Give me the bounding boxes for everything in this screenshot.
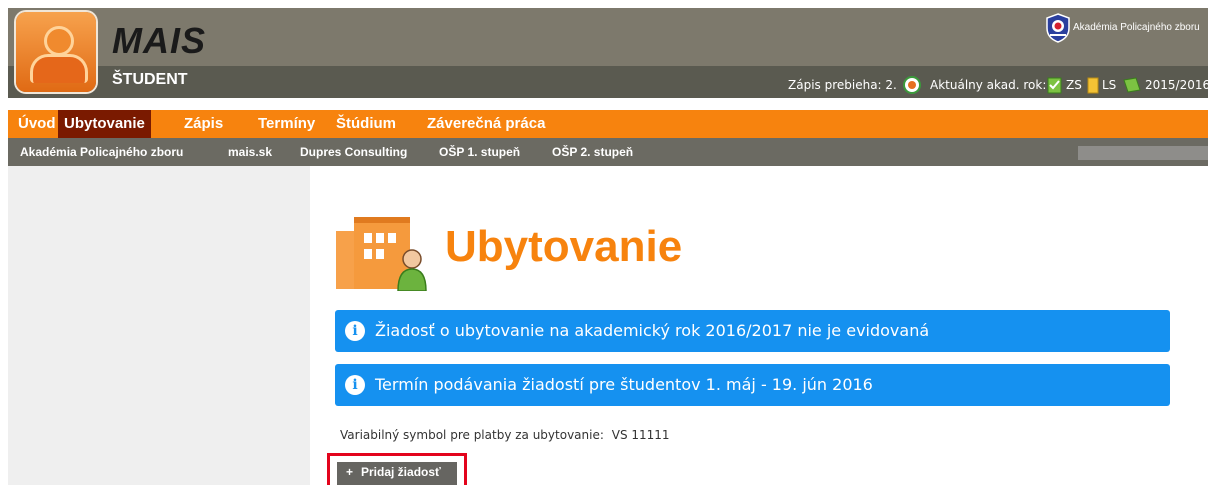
info-icon: i	[345, 375, 365, 395]
link-dupres[interactable]: Dupres Consulting	[300, 138, 407, 166]
variable-symbol: Variabilný symbol pre platby za ubytovan…	[340, 428, 670, 442]
info-alert: i Žiadosť o ubytovanie na akademický rok…	[335, 310, 1170, 352]
add-request-button[interactable]: + Pridaj žiadosť	[337, 462, 457, 485]
user-role: ŠTUDENT	[112, 71, 188, 88]
summer-semester-label: LS	[1102, 78, 1117, 92]
variable-symbol-value: VS 11111	[611, 428, 670, 442]
plus-icon: +	[346, 465, 354, 479]
enrollment-status: Zápis prebieha: 2.	[788, 78, 897, 92]
nav-item-zapis[interactable]: Zápis	[178, 110, 229, 138]
info-alert-text: Žiadosť o ubytovanie na akademický rok 2…	[375, 321, 930, 340]
nav-item-studium[interactable]: Štúdium	[330, 110, 402, 138]
academy-name[interactable]: Akadémia Policajného zboru	[1073, 22, 1200, 33]
accommodation-building-icon	[336, 217, 427, 291]
link-akademia[interactable]: Akadémia Policajného zboru	[20, 138, 183, 166]
nav-item-uvod[interactable]: Úvod	[12, 110, 62, 138]
info-alert: i Termín podávania žiadostí pre študento…	[335, 364, 1170, 406]
nav-item-zaverecna-praca[interactable]: Záverečná práca	[421, 110, 551, 138]
winter-semester-icon	[1047, 77, 1062, 94]
add-request-label: Pridaj žiadosť	[361, 465, 441, 479]
sidebar	[8, 166, 310, 485]
user-info-redacted	[1078, 146, 1208, 160]
winter-semester-label: ZS	[1066, 78, 1082, 92]
summer-semester-icon	[1087, 77, 1099, 94]
link-osp-1[interactable]: OŠP 1. stupeň	[439, 138, 520, 166]
academic-year-book-icon	[1123, 77, 1141, 93]
enrollment-status-icon	[903, 76, 921, 94]
academic-year-value: 2015/2016	[1145, 78, 1208, 92]
link-mais-sk[interactable]: mais.sk	[228, 138, 272, 166]
academic-year-label: Aktuálny akad. rok:	[930, 78, 1047, 92]
mais-logo-icon[interactable]	[16, 12, 96, 92]
main-nav: Úvod Ubytovanie Zápis Termíny Štúdium Zá…	[8, 110, 1208, 138]
app-name: MAIS	[112, 20, 206, 61]
nav-item-ubytovanie[interactable]: Ubytovanie	[58, 110, 151, 138]
link-osp-2[interactable]: OŠP 2. stupeň	[552, 138, 633, 166]
academy-emblem-icon[interactable]	[1045, 13, 1071, 43]
variable-symbol-label: Variabilný symbol pre platby za ubytovan…	[340, 428, 604, 442]
info-alert-text: Termín podávania žiadostí pre študentov …	[375, 375, 873, 394]
info-icon: i	[345, 321, 365, 341]
nav-item-terminy[interactable]: Termíny	[252, 110, 321, 138]
page-title: Ubytovanie	[445, 222, 683, 271]
quick-links-bar: Akadémia Policajného zboru mais.sk Dupre…	[8, 138, 1208, 166]
